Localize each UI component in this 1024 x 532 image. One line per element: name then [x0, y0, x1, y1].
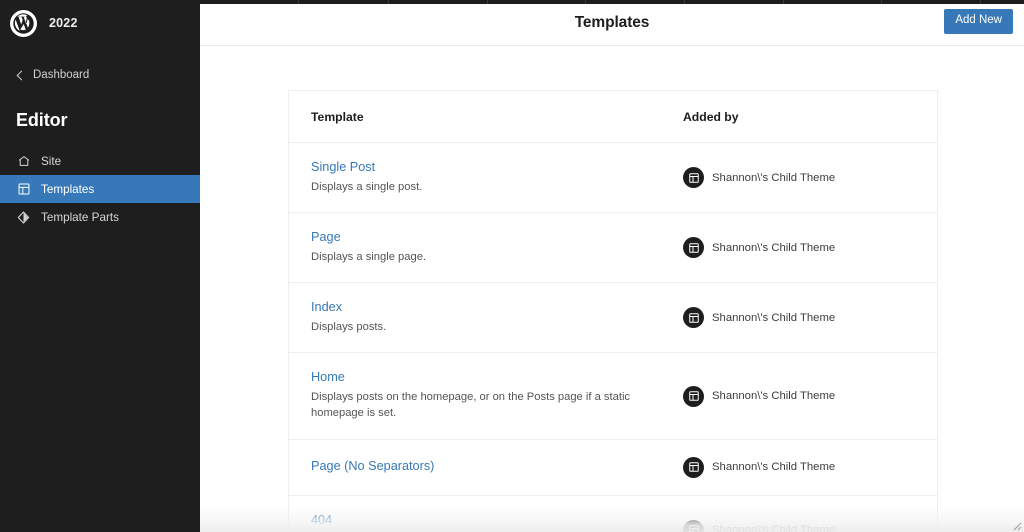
- templates-table-head: Template Added by: [289, 91, 937, 143]
- template-name-link[interactable]: Page: [311, 230, 661, 246]
- theme-layout-icon: [683, 237, 704, 258]
- table-row[interactable]: 404 Displays when no content is found.: [289, 495, 937, 532]
- chevron-left-icon: [17, 70, 27, 80]
- theme-name: Shannon\'s Child Theme: [712, 312, 835, 324]
- added-by-cell: Shannon\'s Child Theme: [661, 213, 937, 283]
- home-icon: [16, 154, 31, 169]
- theme-layout-icon: [683, 307, 704, 328]
- template-name-link[interactable]: 404: [311, 513, 661, 529]
- template-name-link[interactable]: Index: [311, 300, 661, 316]
- column-header-added-by: Added by: [661, 91, 937, 143]
- added-by-cell: Shannon\'s Child Theme: [661, 283, 937, 353]
- editor-nav: Site Templates: [0, 147, 200, 231]
- browser-chrome-strip: [200, 0, 1024, 4]
- table-row[interactable]: Page (No Separators): [289, 439, 937, 495]
- template-description: Displays a single page.: [311, 249, 641, 265]
- template-cell: Index Displays posts.: [289, 283, 661, 353]
- table-header-row: Template Added by: [289, 91, 937, 143]
- added-by-cell: Shannon\'s Child Theme: [661, 353, 937, 439]
- theme-layout-icon: [683, 520, 704, 532]
- added-by-cell: Shannon\'s Child Theme: [661, 439, 937, 495]
- site-title: 2022: [49, 16, 78, 30]
- added-by: Shannon\'s Child Theme: [683, 237, 937, 258]
- table-row[interactable]: Home Displays posts on the homepage, or …: [289, 353, 937, 439]
- added-by: Shannon\'s Child Theme: [683, 167, 937, 188]
- add-new-button[interactable]: Add New: [944, 9, 1013, 34]
- template-parts-icon: [16, 210, 31, 225]
- template-cell: Home Displays posts on the homepage, or …: [289, 353, 661, 439]
- table-row[interactable]: Index Displays posts.: [289, 283, 937, 353]
- theme-name: Shannon\'s Child Theme: [712, 172, 835, 184]
- sidebar-item-template-parts[interactable]: Template Parts: [0, 203, 200, 231]
- templates-table-body: Single Post Displays a single post.: [289, 143, 937, 532]
- added-by: Shannon\'s Child Theme: [683, 386, 937, 407]
- sidebar-header: 2022: [0, 0, 200, 46]
- template-cell: Page (No Separators): [289, 439, 661, 495]
- editor-section-heading: Editor: [0, 110, 200, 131]
- added-by-cell: Shannon\'s Child Theme: [661, 143, 937, 213]
- template-icon: [16, 182, 31, 197]
- template-description: Displays a single post.: [311, 179, 641, 195]
- template-description: Displays posts on the homepage, or on th…: [311, 389, 641, 421]
- added-by: Shannon\'s Child Theme: [683, 307, 937, 328]
- table-row[interactable]: Single Post Displays a single post.: [289, 143, 937, 213]
- sidebar-item-site[interactable]: Site: [0, 147, 200, 175]
- theme-name: Shannon\'s Child Theme: [712, 524, 835, 532]
- template-description: Displays posts.: [311, 319, 641, 335]
- sidebar-item-templates-label: Templates: [41, 183, 94, 196]
- templates-table: Template Added by Single Post Displays a…: [289, 91, 937, 532]
- template-cell: Single Post Displays a single post.: [289, 143, 661, 213]
- editor-sidebar: 2022 Dashboard Editor Site: [0, 0, 200, 532]
- resize-corner-icon: [1012, 521, 1022, 531]
- added-by-cell: Shannon\'s Child Theme: [661, 495, 937, 532]
- theme-layout-icon: [683, 386, 704, 407]
- template-name-link[interactable]: Single Post: [311, 160, 661, 176]
- column-header-template: Template: [289, 91, 661, 143]
- template-name-link[interactable]: Home: [311, 370, 661, 386]
- template-name-link[interactable]: Page (No Separators): [311, 459, 661, 475]
- templates-list-region: Template Added by Single Post Displays a…: [200, 46, 1024, 532]
- template-cell: Page Displays a single page.: [289, 213, 661, 283]
- theme-layout-icon: [683, 167, 704, 188]
- theme-name: Shannon\'s Child Theme: [712, 390, 835, 402]
- sidebar-item-template-parts-label: Template Parts: [41, 211, 119, 224]
- site-editor-app: 2022 Dashboard Editor Site: [0, 0, 1024, 532]
- template-cell: 404 Displays when no content is found.: [289, 495, 661, 532]
- dashboard-back-link[interactable]: Dashboard: [0, 62, 200, 88]
- page-header: Templates Add New: [200, 0, 1024, 46]
- table-row[interactable]: Page Displays a single page.: [289, 213, 937, 283]
- sidebar-item-templates[interactable]: Templates: [0, 175, 200, 203]
- sidebar-item-site-label: Site: [41, 155, 61, 168]
- theme-name: Shannon\'s Child Theme: [712, 461, 835, 473]
- added-by: Shannon\'s Child Theme: [683, 457, 937, 478]
- dashboard-back-label: Dashboard: [33, 69, 89, 81]
- page-title: Templates: [575, 14, 650, 32]
- added-by: Shannon\'s Child Theme: [683, 520, 937, 532]
- main-region: Templates Add New Template Added by: [200, 0, 1024, 532]
- wordpress-logo-icon[interactable]: [10, 10, 37, 37]
- theme-name: Shannon\'s Child Theme: [712, 242, 835, 254]
- theme-layout-icon: [683, 457, 704, 478]
- templates-card: Template Added by Single Post Displays a…: [288, 90, 938, 532]
